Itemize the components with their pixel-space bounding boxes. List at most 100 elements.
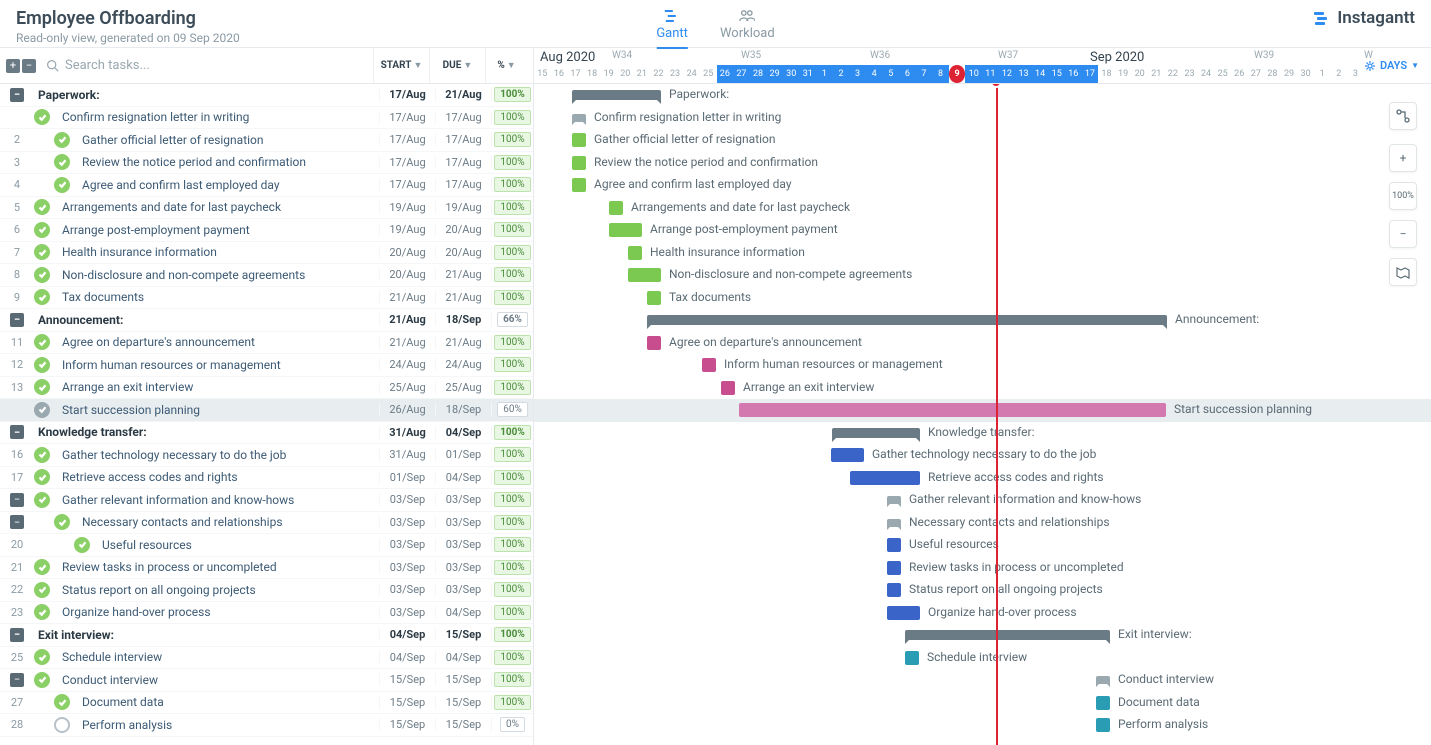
- status-icon[interactable]: [54, 154, 70, 170]
- status-icon[interactable]: [34, 109, 50, 125]
- task-name[interactable]: Arrange post-employment payment: [58, 223, 379, 237]
- day-cell[interactable]: 20: [1131, 65, 1148, 83]
- status-icon[interactable]: [74, 537, 90, 553]
- status-icon[interactable]: [34, 244, 50, 260]
- collapse-icon[interactable]: −: [10, 673, 24, 687]
- day-cell[interactable]: 22: [1165, 65, 1182, 83]
- gantt-bar[interactable]: [572, 133, 586, 147]
- status-icon[interactable]: [54, 177, 70, 193]
- day-cell[interactable]: 26: [717, 65, 734, 83]
- task-row[interactable]: −Necessary contacts and relationships03/…: [0, 512, 533, 535]
- section-row[interactable]: −Announcement:21/Aug18/Sep66%: [0, 309, 533, 332]
- task-row[interactable]: 23Organize hand-over process03/Sep04/Sep…: [0, 602, 533, 625]
- search-input[interactable]: [65, 58, 371, 73]
- minimap-button[interactable]: [1389, 258, 1417, 286]
- task-row[interactable]: 13Arrange an exit interview25/Aug25/Aug1…: [0, 377, 533, 400]
- task-row[interactable]: − Gather relevant information and know-ho…: [0, 489, 533, 512]
- status-icon[interactable]: [34, 492, 50, 508]
- task-row[interactable]: 25Schedule interview04/Sep04/Sep100%: [0, 647, 533, 670]
- tab-gantt[interactable]: Gantt: [656, 8, 688, 49]
- task-row[interactable]: 8Non-disclosure and non-compete agreemen…: [0, 264, 533, 287]
- task-name[interactable]: Paperwork:: [34, 88, 379, 102]
- day-cell[interactable]: 10: [965, 65, 982, 83]
- gantt-bar[interactable]: [572, 156, 586, 170]
- gantt-bar[interactable]: [628, 268, 661, 282]
- day-cell[interactable]: 27: [1248, 65, 1265, 83]
- day-cell[interactable]: 7: [916, 65, 933, 83]
- search-box[interactable]: [46, 58, 371, 73]
- day-cell[interactable]: 12: [999, 65, 1016, 83]
- task-name[interactable]: Agree on departure's announcement: [58, 335, 379, 349]
- task-row[interactable]: 27Document data15/Sep15/Sep100%: [0, 692, 533, 715]
- task-name[interactable]: Gather relevant information and know-how…: [58, 493, 379, 507]
- day-cell[interactable]: 24: [1198, 65, 1215, 83]
- task-name[interactable]: Inform human resources or management: [58, 358, 379, 372]
- day-cell[interactable]: 9: [949, 65, 966, 83]
- collapse-icon[interactable]: −: [10, 493, 24, 507]
- day-cell[interactable]: 24: [683, 65, 700, 83]
- day-cell[interactable]: 17: [567, 65, 584, 83]
- gantt-bar[interactable]: [739, 403, 1166, 417]
- day-cell[interactable]: 14: [1032, 65, 1049, 83]
- collapse-icon[interactable]: −: [10, 88, 24, 102]
- status-icon[interactable]: [34, 267, 50, 283]
- status-icon[interactable]: [34, 357, 50, 373]
- task-name[interactable]: Knowledge transfer:: [34, 425, 379, 439]
- task-name[interactable]: Non-disclosure and non-compete agreement…: [58, 268, 379, 282]
- day-cell[interactable]: 23: [1181, 65, 1198, 83]
- col-start-header[interactable]: START▼: [373, 48, 429, 83]
- gantt-bar[interactable]: [905, 651, 919, 665]
- collapse-icon[interactable]: −: [10, 425, 24, 439]
- day-cell[interactable]: 15: [534, 65, 551, 83]
- gantt-bar[interactable]: [702, 358, 716, 372]
- day-cell[interactable]: 23: [667, 65, 684, 83]
- gantt-bar[interactable]: [721, 381, 735, 395]
- day-cell[interactable]: 20: [617, 65, 634, 83]
- task-name[interactable]: Gather technology necessary to do the jo…: [58, 448, 379, 462]
- task-name[interactable]: Organize hand-over process: [58, 605, 379, 619]
- status-icon[interactable]: [34, 649, 50, 665]
- gantt-bar[interactable]: [572, 178, 586, 192]
- task-name[interactable]: Retrieve access codes and rights: [58, 470, 379, 484]
- day-cell[interactable]: 30: [783, 65, 800, 83]
- task-name[interactable]: Agree and confirm last employed day: [78, 178, 379, 192]
- status-icon[interactable]: [34, 334, 50, 350]
- gantt-bar[interactable]: [887, 583, 901, 597]
- day-cell[interactable]: 11: [982, 65, 999, 83]
- task-name[interactable]: Health insurance information: [58, 245, 379, 259]
- gantt-bar[interactable]: [609, 223, 642, 237]
- zoom-level[interactable]: 100%: [1389, 182, 1417, 210]
- gantt-bar[interactable]: [1096, 718, 1110, 732]
- col-pct-header[interactable]: %▼: [485, 48, 527, 83]
- task-name[interactable]: Status report on all ongoing projects: [58, 583, 379, 597]
- task-row[interactable]: 20Useful resources03/Sep03/Sep100%: [0, 534, 533, 557]
- tab-workload[interactable]: Workload: [720, 8, 775, 47]
- task-name[interactable]: Useful resources: [98, 538, 379, 552]
- dependencies-button[interactable]: [1389, 102, 1417, 130]
- gantt-chart[interactable]: Paperwork:Confirm resignation letter in …: [534, 84, 1431, 745]
- status-icon[interactable]: [34, 379, 50, 395]
- gantt-bar[interactable]: [1096, 696, 1110, 710]
- status-icon[interactable]: [34, 289, 50, 305]
- status-icon[interactable]: [54, 717, 70, 733]
- col-due-header[interactable]: DUE▼: [429, 48, 485, 83]
- day-cell[interactable]: 19: [600, 65, 617, 83]
- task-row[interactable]: 12Inform human resources or management24…: [0, 354, 533, 377]
- status-icon[interactable]: [34, 402, 50, 418]
- task-name[interactable]: Review the notice period and confirmatio…: [78, 155, 379, 169]
- day-cell[interactable]: 1: [1314, 65, 1331, 83]
- task-name[interactable]: Necessary contacts and relationships: [78, 515, 379, 529]
- expand-all-button[interactable]: +: [6, 59, 20, 73]
- zoom-in-button[interactable]: +: [1389, 144, 1417, 172]
- day-cell[interactable]: 29: [766, 65, 783, 83]
- gantt-bar[interactable]: [887, 496, 901, 504]
- day-cell[interactable]: 13: [1015, 65, 1032, 83]
- task-row[interactable]: 11Agree on departure's announcement21/Au…: [0, 332, 533, 355]
- day-cell[interactable]: 25: [1214, 65, 1231, 83]
- gantt-bar[interactable]: [647, 291, 661, 305]
- day-cell[interactable]: 4: [866, 65, 883, 83]
- task-row[interactable]: 9Tax documents21/Aug21/Aug100%: [0, 287, 533, 310]
- day-cell[interactable]: 18: [1098, 65, 1115, 83]
- task-row[interactable]: Confirm resignation letter in writing17/…: [0, 107, 533, 130]
- day-cell[interactable]: 2: [833, 65, 850, 83]
